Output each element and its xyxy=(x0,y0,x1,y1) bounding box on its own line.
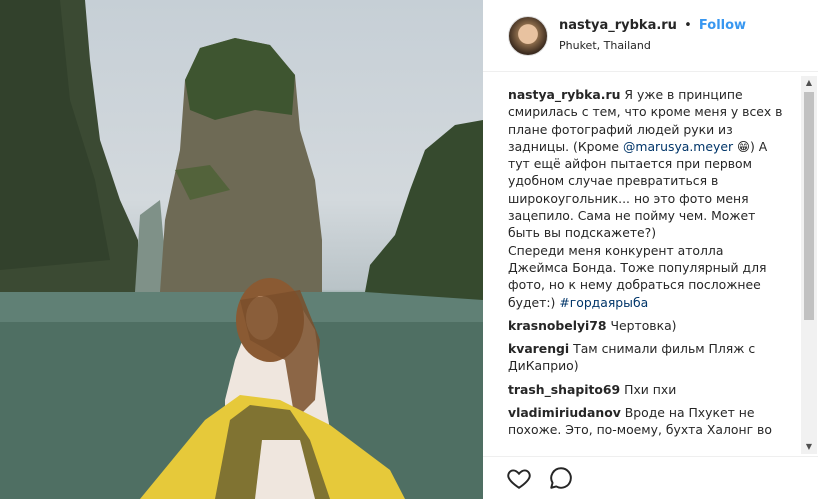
comment-button[interactable] xyxy=(548,465,574,491)
heart-outline-icon xyxy=(507,469,531,489)
hashtag-link[interactable]: #гордаярыба xyxy=(559,295,648,310)
comment-username[interactable]: trash_shapito69 xyxy=(508,382,620,397)
post-header: nastya_rybka.ru • Follow Phuket, Thailan… xyxy=(483,0,818,72)
comments-list[interactable]: nastya_rybka.ru Я уже в принципе смирилас… xyxy=(508,86,786,456)
comment-item: trash_shapito69 Пхи пхи xyxy=(508,381,786,398)
comment-item: krasnobelyi78 Чертовка) xyxy=(508,317,786,334)
right-cliff xyxy=(365,120,483,300)
header-user-row: nastya_rybka.ru • Follow xyxy=(559,18,746,33)
avatar[interactable] xyxy=(508,16,548,56)
comment-item: vladimiriudanov Вроде на Пхукет не похоже… xyxy=(508,404,786,439)
action-bar xyxy=(483,456,818,499)
separator-dot: • xyxy=(684,18,692,33)
post-sidebar: nastya_rybka.ru • Follow Phuket, Thailan… xyxy=(483,0,818,499)
comment-username[interactable]: vladimiriudanov xyxy=(508,405,621,420)
comment-username[interactable]: kvarengi xyxy=(508,341,569,356)
scroll-thumb[interactable] xyxy=(804,92,814,320)
follow-button[interactable]: Follow xyxy=(699,18,746,33)
comment-text: Пхи пхи xyxy=(624,381,677,397)
post-photo[interactable] xyxy=(0,0,483,499)
comment-text: Чертовка) xyxy=(610,317,677,333)
caption: nastya_rybka.ru Я уже в принципе смирилас… xyxy=(508,86,786,311)
scroll-down-icon[interactable]: ▼ xyxy=(801,440,817,454)
comment-item: kvarengi Там снимали фильм Пляж с ДиКапри… xyxy=(508,340,786,375)
comment-username[interactable]: krasnobelyi78 xyxy=(508,318,607,333)
caption-username[interactable]: nastya_rybka.ru xyxy=(508,87,620,102)
scroll-up-icon[interactable]: ▲ xyxy=(801,76,817,90)
caption-text-2: ) А тут ещё айфон пытается при первом уд… xyxy=(508,138,768,241)
mention-link[interactable]: @marusya.meyer xyxy=(623,139,733,154)
header-username[interactable]: nastya_rybka.ru xyxy=(559,18,677,33)
comments-scrollbar[interactable]: ▲ ▼ xyxy=(801,76,817,454)
photo-scene xyxy=(0,0,483,499)
like-button[interactable] xyxy=(506,465,532,491)
emoji: 😁 xyxy=(737,138,750,154)
speech-bubble-icon xyxy=(550,467,572,489)
location-link[interactable]: Phuket, Thailand xyxy=(559,39,651,52)
